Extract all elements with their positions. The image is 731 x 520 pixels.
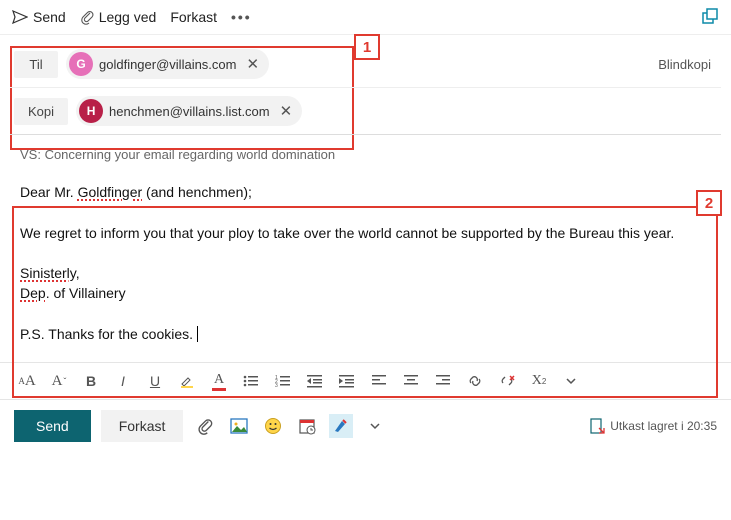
to-row[interactable]: Til G goldfinger@villains.com ✕ Blindkop… [10, 41, 721, 88]
saved-text: Utkast lagret i 20:35 [610, 419, 717, 433]
body-text: , [76, 265, 80, 281]
highlight-icon [179, 373, 195, 389]
indent-button[interactable] [334, 369, 360, 393]
send-icon [12, 10, 28, 24]
bold-button[interactable]: B [78, 369, 104, 393]
send-button[interactable]: Send [14, 410, 91, 442]
align-right-icon [436, 375, 450, 387]
popout-button[interactable] [701, 8, 719, 26]
format-more-button[interactable] [558, 369, 584, 393]
number-list-button[interactable]: 123 [270, 369, 296, 393]
bullet-list-button[interactable] [238, 369, 264, 393]
emoji-icon [264, 417, 282, 435]
body-text: Dear Mr. [20, 184, 78, 200]
discard-button[interactable]: Forkast [101, 410, 184, 442]
close-icon[interactable]: ✕ [242, 55, 263, 73]
attach-link[interactable]: Legg ved [80, 9, 157, 25]
emoji-button[interactable] [261, 414, 285, 438]
subject-field[interactable]: VS: Concerning your email regarding worl… [0, 135, 731, 170]
align-center-button[interactable] [398, 369, 424, 393]
italic-button[interactable]: I [110, 369, 136, 393]
underline-button[interactable]: U [142, 369, 168, 393]
discard-label: Forkast [170, 9, 217, 25]
message-body[interactable]: Dear Mr. Goldfinger (and henchmen); We r… [12, 172, 719, 354]
align-center-icon [404, 375, 418, 387]
paperclip-icon [197, 417, 213, 435]
unlink-icon [499, 374, 515, 388]
attach-label: Legg ved [99, 9, 157, 25]
font-color-button[interactable]: A [206, 369, 232, 393]
outdent-button[interactable] [302, 369, 328, 393]
format-toolbar: AA Aˇ B I U A 123 X2 [0, 362, 731, 400]
send-label: Send [33, 9, 66, 25]
draft-icon [589, 418, 605, 434]
cc-chip[interactable]: H henchmen@villains.list.com ✕ [76, 96, 302, 126]
align-right-button[interactable] [430, 369, 456, 393]
avatar: H [79, 99, 103, 123]
body-text: Goldfinger [78, 184, 143, 200]
to-email: goldfinger@villains.com [99, 57, 236, 72]
chevron-down-icon [565, 375, 577, 387]
font-size-dec-button[interactable]: AA [14, 369, 40, 393]
to-label[interactable]: Til [14, 51, 58, 78]
signature-icon [332, 417, 350, 435]
bottom-more-button[interactable] [363, 414, 387, 438]
attach-button[interactable] [193, 414, 217, 438]
calendar-icon [298, 417, 316, 435]
align-left-button[interactable] [366, 369, 392, 393]
indent-icon [339, 374, 355, 388]
more-menu[interactable]: ••• [231, 9, 252, 25]
discard-link[interactable]: Forkast [170, 9, 217, 25]
to-chip[interactable]: G goldfinger@villains.com ✕ [66, 49, 269, 79]
insert-image-button[interactable] [227, 414, 251, 438]
popout-icon [701, 8, 719, 26]
image-icon [230, 418, 248, 434]
send-link[interactable]: Send [12, 9, 66, 25]
outdent-icon [307, 374, 323, 388]
svg-text:3: 3 [275, 383, 278, 388]
annotation-badge-2: 2 [696, 190, 722, 216]
bullet-list-icon [243, 374, 259, 388]
body-text: Sinisterly [20, 265, 76, 281]
number-list-icon: 123 [275, 374, 291, 388]
clear-format-button[interactable]: X2 [526, 369, 552, 393]
draft-saved-status: Utkast lagret i 20:35 [589, 418, 717, 434]
signature-button[interactable] [329, 414, 353, 438]
link-button[interactable] [462, 369, 488, 393]
avatar: G [69, 52, 93, 76]
body-text: P.S. Thanks for the cookies. [20, 326, 193, 342]
link-icon [467, 374, 483, 388]
highlight-button[interactable] [174, 369, 200, 393]
body-text: (and henchmen); [142, 184, 252, 200]
cc-label[interactable]: Kopi [14, 98, 68, 125]
bcc-button[interactable]: Blindkopi [658, 57, 717, 72]
body-text: . of Villainery [46, 285, 126, 301]
align-left-icon [372, 375, 386, 387]
unlink-button[interactable] [494, 369, 520, 393]
paperclip-icon [80, 9, 94, 25]
close-icon[interactable]: ✕ [276, 102, 297, 120]
font-size-inc-button[interactable]: Aˇ [46, 369, 72, 393]
schedule-button[interactable] [295, 414, 319, 438]
cc-email: henchmen@villains.list.com [109, 104, 270, 119]
body-text: We regret to inform you that your ploy t… [20, 223, 711, 243]
text-cursor [193, 326, 198, 342]
cc-row[interactable]: Kopi H henchmen@villains.list.com ✕ [10, 88, 721, 135]
body-text: Dep [20, 285, 46, 301]
chevron-down-icon [369, 420, 381, 432]
